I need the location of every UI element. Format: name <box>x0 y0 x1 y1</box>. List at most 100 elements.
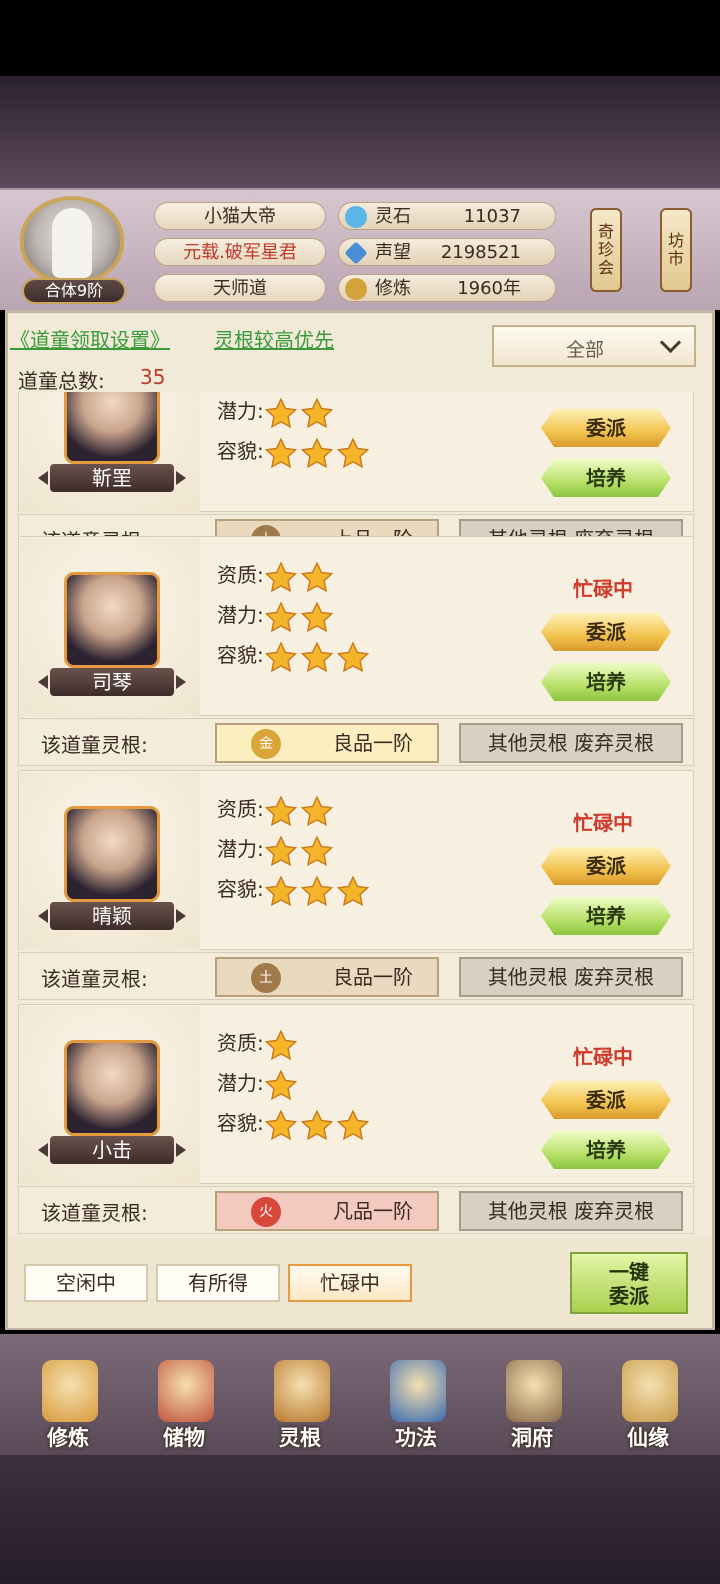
filter-dropdown[interactable]: 全部 <box>492 325 696 367</box>
star-icon <box>264 601 297 632</box>
nav-scripture-book[interactable]: 功法 <box>366 1344 466 1452</box>
other-root-button[interactable]: 其他灵根 废弃灵根 <box>459 1191 683 1231</box>
root-label: 该道童灵根: <box>41 733 148 757</box>
child-portrait[interactable] <box>64 1040 160 1136</box>
stat-label: 容貌: <box>217 439 264 463</box>
star-icon <box>300 875 333 906</box>
children-list[interactable]: 靳罜潜力:容貌:委派培养该道童灵根:土上品一阶其他灵根 废弃灵根司琴资质:潜力:… <box>18 392 694 1234</box>
train-button[interactable]: 培养 <box>541 897 671 935</box>
star-icon <box>300 1109 333 1140</box>
priority-link[interactable]: 灵根较高优先 <box>214 324 334 353</box>
root-grade: 良品一阶 <box>333 731 413 755</box>
tab-idle[interactable]: 空闲中 <box>24 1264 148 1302</box>
stat-label: 潜力: <box>217 399 264 423</box>
other-root-button[interactable]: 其他灵根 废弃灵根 <box>459 723 683 763</box>
arrow-left-icon <box>38 909 48 923</box>
dispatch-button[interactable]: 委派 <box>541 613 671 651</box>
card-top: 靳罜 潜力: 容貌: 委派培养 <box>18 392 694 512</box>
star-icon <box>336 1109 369 1140</box>
nav-spirit-root[interactable]: 灵根 <box>250 1344 350 1452</box>
total-count-value: 35 <box>140 365 166 389</box>
star-icon <box>264 835 297 866</box>
tab-gains[interactable]: 有所得 <box>156 1264 280 1302</box>
child-card: 小击 资质: 潜力: 容貌: 忙碌中 委派 培养 该道童灵根: 火 凡品一阶 其他灵根 废弃灵根 <box>18 1004 694 1234</box>
cultivate-icon <box>42 1360 98 1422</box>
card-top: 小击 资质: 潜力: 容貌: 忙碌中 委派 培养 <box>18 1004 694 1184</box>
element-icon: 金 <box>251 729 281 759</box>
stat-potential: 潜力: <box>217 831 336 867</box>
bottom-background <box>0 1455 720 1584</box>
total-count-label: 道童总数: <box>18 369 105 393</box>
spirit-root-value[interactable]: 金 良品一阶 <box>215 723 439 763</box>
resource-value: 1960年 <box>457 278 521 299</box>
stat-stars <box>264 832 336 869</box>
root-grade: 凡品一阶 <box>333 1199 413 1223</box>
resource-label: 声望 <box>375 242 411 263</box>
star-icon <box>264 437 297 468</box>
star-icon <box>300 835 333 866</box>
root-label: 该道童灵根: <box>41 1201 148 1225</box>
dropdown-value: 全部 <box>566 339 605 361</box>
treasure-pavilion-button[interactable]: 奇珍会 <box>590 208 622 292</box>
child-name-text: 晴颖 <box>92 904 132 928</box>
stat-stars <box>264 434 372 471</box>
stat-stars <box>264 1106 372 1143</box>
star-icon <box>336 437 369 468</box>
nav-storage-bag[interactable]: 储物 <box>134 1344 234 1452</box>
player-name: 小猫大帝 <box>154 202 326 230</box>
child-name: 晴颖 <box>38 902 186 930</box>
arrow-left-icon <box>38 1143 48 1157</box>
spirit-root-value[interactable]: 土 良品一阶 <box>215 957 439 997</box>
stat-appearance: 容貌: <box>217 871 372 907</box>
star-icon <box>264 1069 297 1100</box>
train-button[interactable]: 培养 <box>541 1131 671 1169</box>
stat-label: 资质: <box>217 563 264 587</box>
player-avatar[interactable] <box>20 196 124 284</box>
child-portrait[interactable] <box>64 392 160 464</box>
stat-stars <box>264 872 372 909</box>
nav-cultivate[interactable]: 修炼 <box>18 1344 118 1452</box>
child-portrait[interactable] <box>64 806 160 902</box>
dispatch-all-button[interactable]: 一键 委派 <box>570 1252 688 1314</box>
settings-link[interactable]: 《道童领取设置》 <box>10 324 170 353</box>
spirit-root-row: 该道童灵根: 金 良品一阶 其他灵根 废弃灵根 <box>18 718 694 766</box>
stat-stars <box>264 558 336 595</box>
tab-busy[interactable]: 忙碌中 <box>288 1264 412 1302</box>
dispatch-button[interactable]: 委派 <box>541 1081 671 1119</box>
cave-dwelling-icon <box>506 1360 562 1422</box>
resource-value: 11037 <box>463 206 521 227</box>
resource-spirit-stone: 灵石 11037 <box>338 202 556 230</box>
train-button[interactable]: 培养 <box>541 459 671 497</box>
stat-appearance: 容貌: <box>217 637 372 673</box>
element-icon: 土 <box>251 963 281 993</box>
stat-stars <box>264 1066 300 1103</box>
card-top: 晴颖 资质: 潜力: 容貌: 忙碌中 委派 培养 <box>18 770 694 950</box>
stat-aptitude: 资质: <box>217 557 336 593</box>
arrow-left-icon <box>38 675 48 689</box>
nav-label: 洞府 <box>511 1426 553 1450</box>
element-icon: 火 <box>251 1197 281 1227</box>
nav-cave-dwelling[interactable]: 洞府 <box>482 1344 582 1452</box>
immortal-fate-icon <box>622 1360 678 1422</box>
star-icon <box>264 641 297 672</box>
resource-label: 修炼 <box>375 278 411 299</box>
child-name: 靳罜 <box>38 464 186 492</box>
other-root-button[interactable]: 其他灵根 废弃灵根 <box>459 957 683 997</box>
star-icon <box>336 641 369 672</box>
nav-immortal-fate[interactable]: 仙缘 <box>598 1344 698 1452</box>
train-button[interactable]: 培养 <box>541 663 671 701</box>
dispatch-button[interactable]: 委派 <box>541 847 671 885</box>
star-icon <box>300 397 333 428</box>
spirit-root-icon <box>274 1360 330 1422</box>
spirit-root-row: 该道童灵根: 土 良品一阶 其他灵根 废弃灵根 <box>18 952 694 1000</box>
star-icon <box>300 795 333 826</box>
storage-bag-icon <box>158 1360 214 1422</box>
dispatch-all-line1: 一键 <box>609 1260 649 1284</box>
arrow-right-icon <box>176 1143 186 1157</box>
spirit-root-value[interactable]: 火 凡品一阶 <box>215 1191 439 1231</box>
portrait-area: 司琴 <box>20 538 200 716</box>
star-icon <box>300 561 333 592</box>
dispatch-button[interactable]: 委派 <box>541 409 671 447</box>
market-button[interactable]: 坊市 <box>660 208 692 292</box>
child-portrait[interactable] <box>64 572 160 668</box>
